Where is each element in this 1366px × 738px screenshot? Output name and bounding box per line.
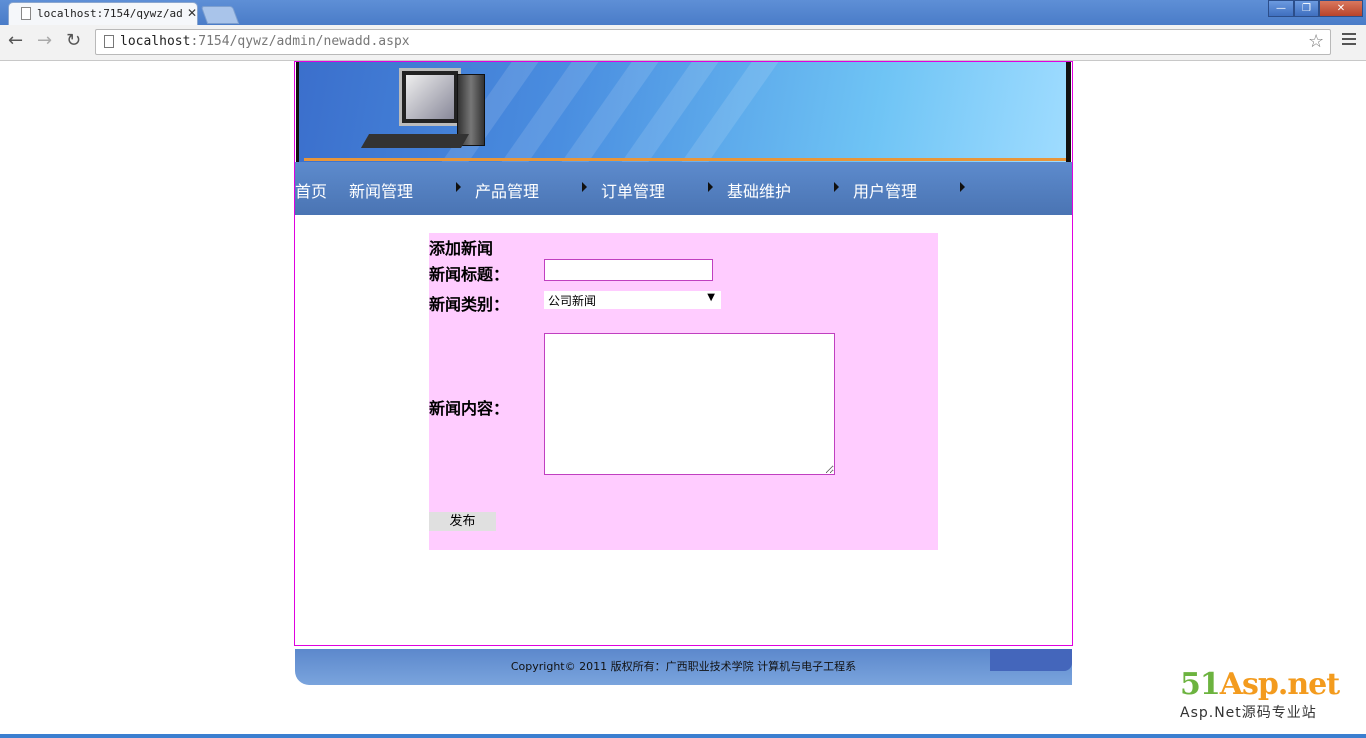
forward-arrow-icon[interactable]: →: [37, 31, 52, 51]
news-title-label: 新闻标题：: [429, 265, 510, 284]
restore-button[interactable]: ❐: [1294, 0, 1319, 17]
arrow-right-icon: [960, 182, 965, 192]
nav-item-orders[interactable]: 订单管理: [601, 178, 665, 202]
dropdown-caret-icon: ▼: [707, 292, 715, 303]
close-tab-icon[interactable]: ✕: [187, 6, 197, 20]
news-title-input[interactable]: [544, 259, 713, 281]
arrow-right-icon: [456, 182, 461, 192]
nav-item-home[interactable]: 首页: [295, 178, 327, 202]
browser-titlebar: localhost:7154/qywz/adm ✕ — ❐ ✕: [0, 0, 1366, 25]
add-news-form: 添加新闻 新闻标题： 新闻类别： 公司新闻 ▼ 新闻内容： 发布: [429, 233, 938, 550]
page-icon: [104, 35, 114, 48]
keyboard-image: [360, 134, 470, 148]
page-icon: [21, 7, 31, 20]
news-content-label: 新闻内容：: [429, 399, 510, 418]
computer-monitor-image: [399, 68, 461, 126]
watermark-tagline: Asp.Net源码专业站: [1180, 705, 1317, 721]
news-category-label: 新闻类别：: [429, 295, 510, 314]
browser-tab[interactable]: localhost:7154/qywz/adm ✕: [8, 2, 198, 25]
arrow-right-icon: [834, 182, 839, 192]
copyright-text: Copyright© 2011 版权所有：广西职业技术学院 计算机与电子工程系: [510, 660, 857, 673]
header-banner: [296, 62, 1071, 162]
watermark-logo: 51Asp.net: [1180, 667, 1340, 702]
back-arrow-icon[interactable]: ←: [8, 31, 23, 51]
taskbar-edge: [0, 734, 1366, 738]
nav-item-users[interactable]: 用户管理: [853, 178, 917, 202]
url-text[interactable]: localhost:7154/qywz/admin/newadd.aspx: [120, 34, 410, 49]
form-heading: 添加新闻: [429, 239, 494, 258]
menu-icon[interactable]: [1342, 33, 1356, 48]
new-tab-button[interactable]: [200, 6, 240, 24]
page-footer: Copyright© 2011 版权所有：广西职业技术学院 计算机与电子工程系: [295, 649, 1072, 685]
nav-item-basic-maintenance[interactable]: 基础维护: [727, 178, 791, 202]
news-category-select[interactable]: 公司新闻 ▼: [544, 291, 721, 309]
arrow-right-icon: [582, 182, 587, 192]
close-window-button[interactable]: ✕: [1319, 0, 1363, 17]
site-watermark: 51Asp.net Asp.Net源码专业站: [1180, 667, 1340, 722]
page-frame: 首页 新闻管理 产品管理 订单管理 基础维护 用户管理 添加新闻 新闻标题： 新…: [294, 61, 1073, 646]
main-nav: 首页 新闻管理 产品管理 订单管理 基础维护 用户管理: [295, 162, 1072, 215]
nav-item-products[interactable]: 产品管理: [475, 178, 539, 202]
reload-icon[interactable]: ↻: [66, 31, 81, 51]
tab-title: localhost:7154/qywz/adm: [37, 7, 183, 20]
arrow-right-icon: [708, 182, 713, 192]
publish-button[interactable]: 发布: [429, 512, 496, 531]
browser-toolbar: ← → ↻ localhost:7154/qywz/admin/newadd.a…: [0, 25, 1366, 61]
minimize-button[interactable]: —: [1268, 0, 1294, 17]
nav-item-news[interactable]: 新闻管理: [349, 178, 413, 202]
news-category-value: 公司新闻: [548, 294, 597, 308]
news-content-textarea[interactable]: [544, 333, 835, 475]
address-bar[interactable]: localhost:7154/qywz/admin/newadd.aspx ☆: [95, 29, 1331, 55]
bookmark-star-icon[interactable]: ☆: [1308, 31, 1324, 52]
